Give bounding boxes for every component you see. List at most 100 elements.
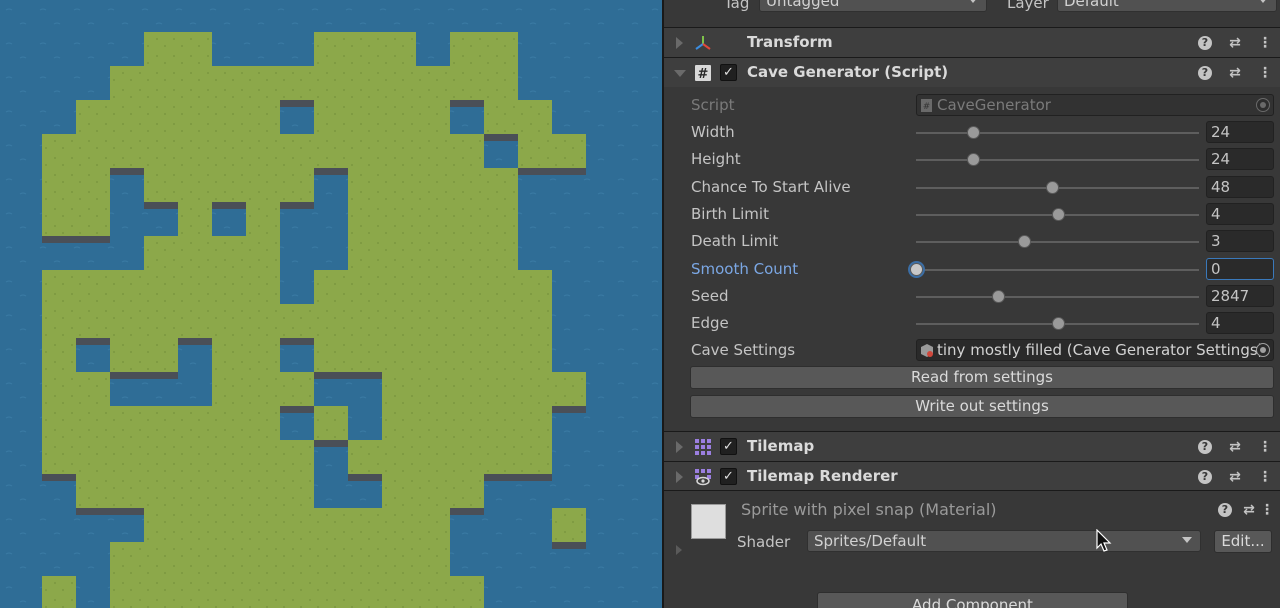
- grass-tile: [416, 338, 450, 372]
- presets-icon[interactable]: ⇄: [1226, 34, 1244, 52]
- grass-tile: [178, 576, 212, 608]
- property-value-field[interactable]: 4: [1206, 312, 1274, 334]
- slider-thumb[interactable]: [1052, 208, 1065, 221]
- grass-tile: [314, 542, 348, 576]
- write-out-settings-button[interactable]: Write out settings: [690, 395, 1274, 418]
- layer-dropdown-value: Default: [1064, 0, 1119, 10]
- more-options-icon[interactable]: ⋮: [1258, 501, 1276, 519]
- more-options-icon[interactable]: ⋮: [1256, 64, 1274, 82]
- slider-thumb[interactable]: [1018, 235, 1031, 248]
- presets-icon[interactable]: ⇄: [1226, 64, 1244, 82]
- transform-header[interactable]: Transform ? ⇄ ⋮: [664, 27, 1280, 57]
- foldout-arrow-icon[interactable]: [676, 545, 682, 555]
- help-icon[interactable]: ?: [1198, 36, 1212, 50]
- foldout-arrow-icon[interactable]: [674, 70, 686, 77]
- grass-tile: [212, 168, 246, 202]
- cave-generator-header[interactable]: # ✓ Cave Generator (Script) ? ⇄ ⋮: [664, 57, 1280, 87]
- help-icon[interactable]: ?: [1198, 470, 1212, 484]
- property-value-field[interactable]: 3: [1206, 230, 1274, 252]
- property-row: Edge 4: [664, 310, 1280, 336]
- grass-tile: [246, 508, 280, 542]
- more-options-icon[interactable]: ⋮: [1256, 34, 1274, 52]
- grass-tile: [178, 168, 212, 202]
- property-label: Seed: [691, 287, 729, 305]
- property-value-field[interactable]: 4: [1206, 203, 1274, 225]
- slider-track[interactable]: [916, 159, 1199, 161]
- property-value-field[interactable]: 24: [1206, 121, 1274, 143]
- slider-thumb[interactable]: [1052, 317, 1065, 330]
- grass-tile: [416, 576, 450, 608]
- shader-dropdown[interactable]: Sprites/Default: [807, 530, 1201, 552]
- tilemap-header[interactable]: ✓ Tilemap ? ⇄ ⋮: [664, 431, 1280, 461]
- grass-tile: [416, 168, 450, 202]
- object-picker-icon[interactable]: [1256, 343, 1270, 357]
- material-section: Sprite with pixel snap (Material) ? ⇄ ⋮ …: [664, 490, 1280, 560]
- grass-tile: [450, 270, 484, 304]
- edit-shader-button[interactable]: Edit...: [1214, 530, 1272, 553]
- tilemap-enabled-checkbox[interactable]: ✓: [720, 438, 737, 455]
- grass-tile: [246, 474, 280, 508]
- script-field: # CaveGenerator: [916, 94, 1274, 116]
- grass-tile: [246, 134, 280, 168]
- add-component-button[interactable]: Add Component: [817, 592, 1128, 608]
- grass-tile: [144, 440, 178, 474]
- grass-tile: [246, 440, 280, 474]
- grass-tile: [144, 304, 178, 338]
- scene-view[interactable]: [0, 0, 662, 608]
- help-icon[interactable]: ?: [1198, 66, 1212, 80]
- cave-generator-enabled-checkbox[interactable]: ✓: [720, 64, 737, 81]
- grass-tile: [518, 304, 552, 338]
- property-value-field[interactable]: 2847: [1206, 285, 1274, 307]
- grass-tile: [382, 338, 416, 372]
- grass-tile: [178, 474, 212, 508]
- cave-settings-field[interactable]: tiny mostly filled (Cave Generator Setti…: [916, 339, 1274, 361]
- grass-tile: [484, 32, 518, 66]
- foldout-arrow-icon[interactable]: [676, 37, 683, 49]
- slider-thumb[interactable]: [967, 126, 980, 139]
- grass-tile: [178, 32, 212, 66]
- help-icon[interactable]: ?: [1198, 440, 1212, 454]
- grass-tile: [552, 134, 586, 168]
- grass-tile: [484, 338, 518, 372]
- slider-thumb[interactable]: [1046, 181, 1059, 194]
- slider-thumb[interactable]: [992, 290, 1005, 303]
- slider-track[interactable]: [916, 132, 1199, 134]
- property-value-field[interactable]: 24: [1206, 148, 1274, 170]
- presets-icon[interactable]: ⇄: [1240, 501, 1258, 519]
- more-options-icon[interactable]: ⋮: [1256, 438, 1274, 456]
- tilemap-renderer-header[interactable]: ✓ Tilemap Renderer ? ⇄ ⋮: [664, 461, 1280, 491]
- script-file-icon: #: [921, 99, 932, 112]
- layer-dropdown[interactable]: Default: [1057, 0, 1277, 12]
- tilemap-icon: [695, 439, 711, 455]
- grass-tile: [246, 406, 280, 440]
- slider-thumb[interactable]: [910, 263, 923, 276]
- foldout-arrow-icon[interactable]: [676, 441, 683, 453]
- property-value-field[interactable]: 48: [1206, 176, 1274, 198]
- presets-icon[interactable]: ⇄: [1226, 468, 1244, 486]
- grass-tile: [42, 202, 76, 236]
- slider-track[interactable]: [916, 296, 1199, 298]
- grass-tile: [314, 270, 348, 304]
- grass-tile: [484, 440, 518, 474]
- slider-track[interactable]: [916, 269, 1199, 271]
- property-label: Width: [691, 123, 735, 141]
- grass-tile: [246, 100, 280, 134]
- grass-tile: [144, 576, 178, 608]
- tilemap-title: Tilemap: [747, 437, 815, 455]
- slider-track[interactable]: [916, 241, 1199, 243]
- grass-tile: [416, 270, 450, 304]
- help-icon[interactable]: ?: [1218, 503, 1232, 517]
- grass-tile: [280, 440, 314, 474]
- grass-tile: [382, 542, 416, 576]
- grass-tile: [178, 440, 212, 474]
- foldout-arrow-icon[interactable]: [676, 471, 683, 483]
- grass-tile: [110, 66, 144, 100]
- read-from-settings-button[interactable]: Read from settings: [690, 366, 1274, 389]
- shader-dropdown-value: Sprites/Default: [814, 532, 927, 550]
- presets-icon[interactable]: ⇄: [1226, 438, 1244, 456]
- property-value-field[interactable]: 0: [1206, 258, 1274, 280]
- tag-dropdown[interactable]: Untagged: [759, 0, 987, 12]
- tilemap-renderer-enabled-checkbox[interactable]: ✓: [720, 468, 737, 485]
- more-options-icon[interactable]: ⋮: [1256, 468, 1274, 486]
- slider-thumb[interactable]: [967, 153, 980, 166]
